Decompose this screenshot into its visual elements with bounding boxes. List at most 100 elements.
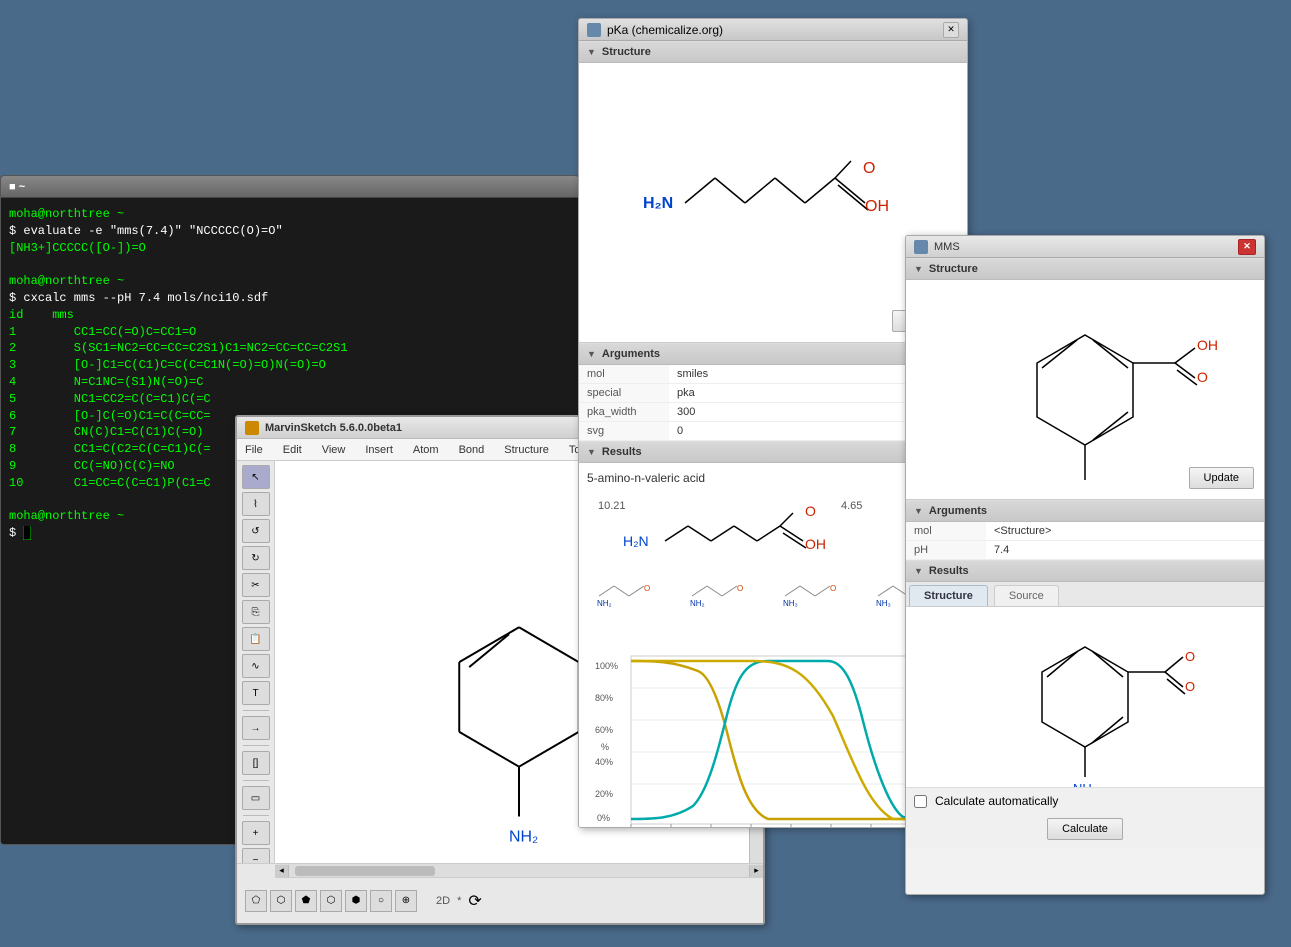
terminal-cmd: $ cxcalc mms --pH 7.4 mols/nci10.sdf: [9, 290, 571, 307]
pka-compound-name: 5-amino-n-valeric acid: [587, 471, 959, 485]
terminal-output: 2 S(SC1=NC2=CC=CC=C2S1)C1=NC2=CC=CC=C2S1: [9, 340, 571, 357]
mms-titlebar-left: MMS: [914, 240, 960, 254]
svg-text:%: %: [601, 742, 609, 752]
tool-plus[interactable]: +: [242, 821, 270, 845]
mms-calc-btn-area: Calculate: [906, 814, 1264, 848]
mms-icon: [914, 240, 928, 254]
shape-ring[interactable]: ○: [370, 890, 392, 912]
shapes-bar: ⬠ ⬡ ⬟ ⬡ ⬢ ○ ⊕ 2D * ⟳: [237, 878, 763, 923]
terminal-blank: [9, 256, 571, 273]
shape-hexagon2[interactable]: ⬢: [345, 890, 367, 912]
tool-text[interactable]: T: [242, 681, 270, 705]
shape-custom[interactable]: ⊕: [395, 890, 417, 912]
tool-undo[interactable]: ↺: [242, 519, 270, 543]
pka-arg-special-name: special: [579, 384, 669, 403]
svg-text:NH₃: NH₃: [876, 599, 891, 608]
shape-pentagon2[interactable]: ⬟: [295, 890, 317, 912]
mms-tab-source[interactable]: Source: [994, 585, 1059, 606]
mms-results-header[interactable]: ▼ Results: [906, 560, 1264, 582]
scrollbar-h[interactable]: ◂ ▸: [275, 864, 763, 878]
svg-text:100%: 100%: [595, 661, 618, 671]
mms-structure-header[interactable]: ▼ Structure: [906, 258, 1264, 280]
tool-paste[interactable]: 📋: [242, 627, 270, 651]
svg-text:O: O: [863, 160, 875, 177]
menu-bond[interactable]: Bond: [455, 442, 489, 458]
pka-titlebar-left: pKa (chemicalize.org): [587, 23, 723, 37]
menu-edit[interactable]: Edit: [279, 442, 306, 458]
mms-arguments-arrow-icon: ▼: [914, 506, 923, 516]
mms-tab-structure[interactable]: Structure: [909, 585, 988, 606]
menu-insert[interactable]: Insert: [361, 442, 397, 458]
menu-atom[interactable]: Atom: [409, 442, 443, 458]
menu-structure[interactable]: Structure: [500, 442, 553, 458]
tool-selector[interactable]: ▭: [242, 786, 270, 810]
mms-arg-mol-value[interactable]: <Structure>: [986, 522, 1264, 541]
scroll-thumb-h[interactable]: [295, 866, 435, 876]
tool-redo[interactable]: ↻: [242, 546, 270, 570]
terminal-output: [NH3+]CCCCC([O-])=O: [9, 240, 571, 257]
tool-arrow-bond[interactable]: →: [242, 716, 270, 740]
pka-arg-width-name: pka_width: [579, 403, 669, 422]
pka-annotated-structure: 10.21 H₂N O OH 4.65: [587, 491, 959, 591]
shape-pentagon[interactable]: ⬠: [245, 890, 267, 912]
zoom-indicator[interactable]: ⟳: [468, 891, 481, 911]
terminal-output: 4 N=C1NC=(S1)N(=O)=C: [9, 374, 571, 391]
statusbar-dot: *: [457, 895, 461, 907]
terminal-prompt: moha@northtree ~: [9, 207, 124, 221]
mms-auto-calc-label: Calculate automatically: [935, 794, 1058, 808]
mms-structure-svg: O OH NH₂: [945, 300, 1225, 480]
svg-text:H₂N: H₂N: [623, 533, 649, 549]
menu-view[interactable]: View: [318, 442, 350, 458]
tool-cut[interactable]: ✂: [242, 573, 270, 597]
pka-structure-header[interactable]: ▼ Structure: [579, 41, 967, 63]
marvin-toolbar: ↖ ⌇ ↺ ↻ ✂ ⎘ 📋 ∿ T → [] ▭ + −: [237, 461, 275, 923]
svg-text:O: O: [805, 503, 816, 519]
mms-window: MMS ✕ ▼ Structure O OH: [905, 235, 1265, 895]
pka-close-button[interactable]: ✕: [943, 22, 959, 38]
mms-close-button[interactable]: ✕: [1238, 239, 1256, 255]
mms-arg-ph-value[interactable]: 7.4: [986, 541, 1264, 560]
shape-hexagon-open[interactable]: ⬡: [270, 890, 292, 912]
mms-auto-calc-checkbox[interactable]: [914, 795, 927, 808]
svg-text:10.21: 10.21: [598, 500, 626, 512]
svg-text:20%: 20%: [595, 789, 613, 799]
terminal-line: $ evaluate -e "mms(7.4)" "NCCCCC(O)=O": [9, 223, 571, 240]
mms-results-arrow-icon: ▼: [914, 566, 923, 576]
pka-structure-svg: H₂N O OH: [603, 83, 943, 323]
terminal-cmd: $ evaluate -e "mms(7.4)" "NCCCCC(O)=O": [9, 224, 283, 238]
toolbar-divider2: [243, 745, 269, 746]
tool-arrow[interactable]: ↖: [242, 465, 270, 489]
scroll-left-btn[interactable]: ◂: [275, 865, 289, 877]
svg-text:H₂N: H₂N: [643, 195, 673, 212]
mms-calculate-button[interactable]: Calculate: [1047, 818, 1123, 840]
tool-copy[interactable]: ⎘: [242, 600, 270, 624]
mms-title: MMS: [934, 241, 960, 253]
marvin-icon: [245, 421, 259, 435]
pka-chart-svg: 100% 80% 60% 40% 20% 0% %: [587, 651, 959, 828]
results-arrow-icon: ▼: [587, 447, 596, 457]
svg-text:OH: OH: [865, 198, 889, 215]
pka-chart: 100% 80% 60% 40% 20% 0% %: [587, 651, 959, 828]
svg-text:OH: OH: [805, 536, 826, 552]
menu-file[interactable]: File: [241, 442, 267, 458]
svg-text:NH₂: NH₂: [509, 828, 538, 845]
scroll-right-btn[interactable]: ▸: [749, 865, 763, 877]
shape-hexagon[interactable]: ⬡: [320, 890, 342, 912]
terminal-output: id mms: [9, 307, 571, 324]
structure-arrow-icon: ▼: [587, 47, 596, 57]
tool-chain[interactable]: ∿: [242, 654, 270, 678]
pka-icon: [587, 23, 601, 37]
micro-species-1: O NH₂: [594, 571, 674, 621]
mms-structure-label: Structure: [929, 263, 978, 275]
tool-lasso[interactable]: ⌇: [242, 492, 270, 516]
svg-text:OH: OH: [1197, 337, 1218, 353]
mms-arguments-label: Arguments: [929, 505, 987, 517]
svg-text:O: O: [1185, 679, 1195, 694]
svg-text:NH₂: NH₂: [1073, 781, 1097, 787]
mms-update-button[interactable]: Update: [1189, 467, 1254, 489]
pka-titlebar: pKa (chemicalize.org) ✕: [579, 19, 967, 41]
pka-arguments-label: Arguments: [602, 348, 660, 360]
svg-text:O: O: [1197, 369, 1208, 385]
mms-arguments-header[interactable]: ▼ Arguments: [906, 500, 1264, 522]
tool-bracket[interactable]: []: [242, 751, 270, 775]
